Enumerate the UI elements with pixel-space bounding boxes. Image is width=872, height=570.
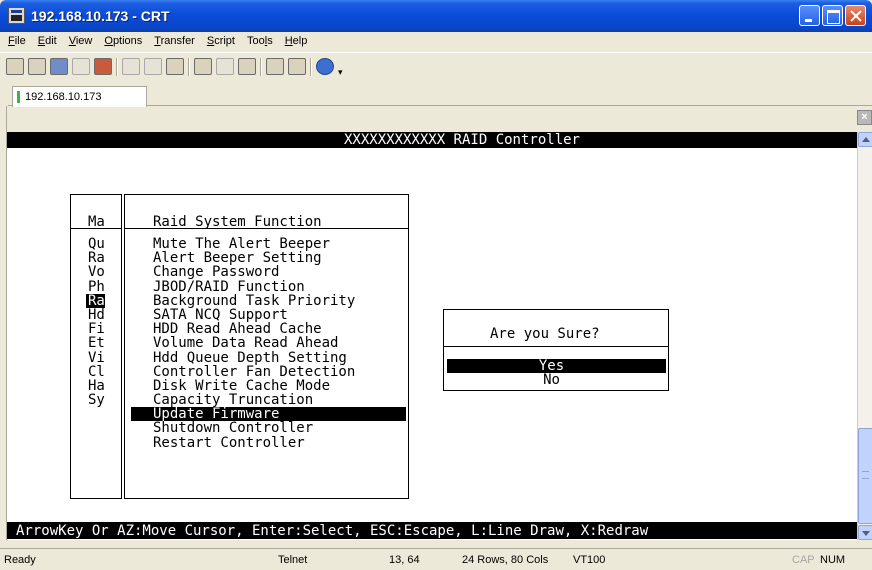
close-button[interactable] <box>845 5 866 26</box>
confirm-no-option[interactable]: No <box>447 373 666 387</box>
raid-function-item[interactable]: Restart Controller <box>153 435 406 449</box>
terminal-screen[interactable]: XXXXXXXXXXXX RAID Controller Ma Qu Ra Vo Ph… <box>7 132 857 540</box>
menu-help[interactable]: Help <box>280 32 315 52</box>
scroll-down-button[interactable] <box>858 525 872 540</box>
raid-function-list: Mute The Alert Beeper Alert Beeper Settin… <box>131 237 406 450</box>
status-cursor: 13, 64 <box>389 554 420 566</box>
status-size: 24 Rows, 80 Cols <box>462 554 549 566</box>
toolbar-separator <box>116 58 118 76</box>
main-menu-item[interactable]: Ha <box>88 379 105 393</box>
paste-icon[interactable] <box>144 58 162 75</box>
raid-function-divider <box>125 228 409 229</box>
main-menu-item[interactable]: Sy <box>88 393 105 407</box>
raid-function-item[interactable]: HDD Read Ahead Cache <box>153 322 406 336</box>
menu-file[interactable]: File <box>3 32 33 52</box>
session-tab-strip: 192.168.10.173 <box>8 84 872 107</box>
confirm-title: Are you Sure? <box>490 326 600 342</box>
status-emulation: VT100 <box>573 554 606 566</box>
raid-function-item[interactable]: SATA NCQ Support <box>153 308 406 322</box>
session-options-icon[interactable] <box>266 58 284 75</box>
print-screen-icon[interactable] <box>194 58 212 75</box>
vertical-scrollbar[interactable] <box>857 132 872 540</box>
menu-edit[interactable]: Edit <box>33 32 64 52</box>
main-menu-list: Qu Ra Vo Ph Ra Hd Fi Et Vi Cl Ha Sy <box>86 237 105 407</box>
main-menu-item[interactable]: Ph <box>88 279 105 293</box>
raid-function-item[interactable]: Disk Write Cache Mode <box>153 379 406 393</box>
title-bar: 192.168.10.173 - CRT <box>0 0 872 32</box>
menu-script[interactable]: Script <box>202 32 242 52</box>
status-bar: Ready Telnet 13, 64 24 Rows, 80 Cols VT1… <box>0 548 872 570</box>
toolbar: ▾ <box>0 52 872 80</box>
menu-options[interactable]: Options <box>99 32 149 52</box>
status-num: NUM <box>820 554 846 566</box>
menu-view[interactable]: View <box>64 32 100 52</box>
quick-connect-icon[interactable] <box>28 58 46 75</box>
raid-function-item[interactable]: JBOD/RAID Function <box>153 279 406 293</box>
terminal-footer: ArrowKey Or AZ:Move Cursor, Enter:Select… <box>7 522 857 539</box>
main-menu-item[interactable]: Et <box>88 336 105 350</box>
status-protocol: Telnet <box>278 554 308 566</box>
main-menu-item[interactable]: Ra <box>86 294 105 308</box>
main-menu-item[interactable]: Hd <box>88 308 105 322</box>
main-menu-item[interactable]: Qu <box>88 237 105 251</box>
menu-bar: File Edit View Options Transfer Script Tools He… <box>0 32 872 52</box>
window-title: 192.168.10.173 - CRT <box>31 8 170 24</box>
find-icon[interactable] <box>166 58 184 75</box>
status-caps: CAP <box>792 554 815 566</box>
raid-function-item[interactable]: Shutdown Controller <box>153 421 406 435</box>
raid-function-item[interactable]: Alert Beeper Setting <box>153 251 406 265</box>
window-frame <box>0 106 7 540</box>
confirm-yes-option[interactable]: Yes <box>447 359 666 373</box>
raid-function-item[interactable]: Hdd Queue Depth Setting <box>153 350 406 364</box>
main-menu-item[interactable]: Vi <box>88 350 105 364</box>
terminal-header: XXXXXXXXXXXX RAID Controller <box>7 132 857 148</box>
menu-transfer[interactable]: Transfer <box>149 32 202 52</box>
toolbar-separator <box>260 58 262 76</box>
confirm-divider <box>444 346 668 347</box>
scroll-up-button[interactable] <box>858 132 872 147</box>
minimize-button[interactable] <box>799 5 820 26</box>
scroll-thumb[interactable] <box>858 428 872 524</box>
keymap-icon[interactable] <box>288 58 306 75</box>
close-tab-icon[interactable]: × <box>857 110 872 125</box>
printer-icon[interactable] <box>238 58 256 75</box>
toolbar-overflow-icon[interactable]: ▾ <box>338 67 343 78</box>
raid-function-item[interactable]: Mute The Alert Beeper <box>153 237 406 251</box>
connect-icon[interactable] <box>6 58 24 75</box>
main-menu-item[interactable]: Ra <box>88 251 105 265</box>
tab-session-label: 192.168.10.173 <box>25 91 102 103</box>
main-menu-divider <box>70 228 122 229</box>
status-state: Ready <box>4 554 36 566</box>
connect-tab-icon[interactable] <box>50 58 68 75</box>
main-menu-item[interactable]: Cl <box>88 364 105 378</box>
raid-function-item[interactable]: Change Password <box>153 265 406 279</box>
menu-tools[interactable]: Tools <box>242 32 280 52</box>
raid-function-item[interactable]: Capacity Truncation <box>153 393 406 407</box>
help-icon[interactable] <box>316 58 334 75</box>
print-selection-icon[interactable] <box>216 58 234 75</box>
raid-function-item[interactable]: Volume Data Read Ahead <box>153 336 406 350</box>
main-menu-item[interactable]: Vo <box>88 265 105 279</box>
reconnect-icon[interactable] <box>72 58 90 75</box>
raid-function-item[interactable]: Update Firmware <box>131 407 406 421</box>
securecrt-app-icon[interactable] <box>8 7 25 24</box>
toolbar-separator <box>188 58 190 76</box>
raid-function-item[interactable]: Controller Fan Detection <box>153 364 406 378</box>
toolbar-separator <box>310 58 312 76</box>
maximize-button[interactable] <box>822 5 843 26</box>
copy-icon[interactable] <box>122 58 140 75</box>
main-menu-item[interactable]: Fi <box>88 322 105 336</box>
raid-function-item[interactable]: Background Task Priority <box>153 294 406 308</box>
tab-session[interactable]: 192.168.10.173 <box>12 86 147 107</box>
disconnect-icon[interactable] <box>94 58 112 75</box>
